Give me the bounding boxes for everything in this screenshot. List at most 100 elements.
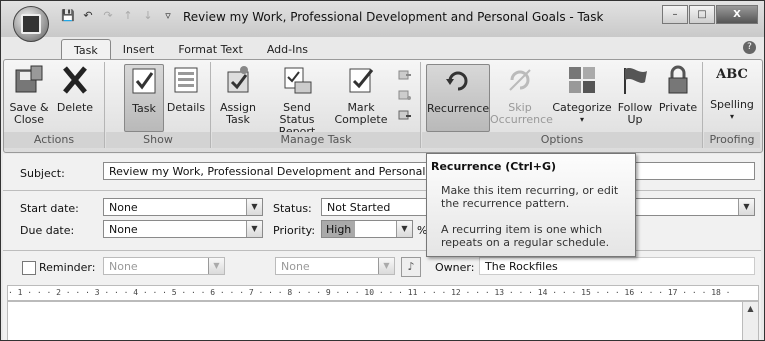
recurrence-icon	[446, 71, 468, 91]
group-options: Recurrence Skip Occurrence Categorize ▾ …	[422, 62, 703, 148]
ribbon-tabs: Task Insert Format Text Add-Ins	[61, 39, 320, 61]
quick-access-toolbar: 💾 ↶ ↷ ↑ ↓ ▿	[61, 9, 175, 23]
start-date-field[interactable]: None ▼	[103, 198, 263, 216]
spelling-icon: ABC	[716, 67, 748, 82]
close-button[interactable]: X	[716, 5, 758, 24]
down-arrow-icon[interactable]: ↓	[141, 9, 155, 23]
group-label-actions: Actions	[4, 132, 104, 148]
group-label-options: Options	[422, 132, 702, 148]
maximize-button[interactable]: □	[689, 5, 715, 24]
ribbon: Save & Close Delete Actions Task Details…	[3, 59, 763, 153]
title-bar: 💾 ↶ ↷ ↑ ↓ ▿ Review my Work, Professional…	[1, 1, 764, 37]
ruler: · 1 · · · 2 · · · 3 · · · 4 · · · 5 · · …	[7, 285, 759, 301]
due-date-value: None	[109, 223, 138, 236]
spelling-dropdown-icon: ▾	[729, 112, 734, 121]
save-icon[interactable]: 💾	[61, 9, 75, 23]
assign-task-button[interactable]: Assign Task	[216, 64, 260, 126]
task-view-button[interactable]: Task	[124, 64, 164, 132]
details-button[interactable]: Details	[166, 64, 206, 114]
office-button[interactable]	[13, 6, 49, 42]
start-date-label: Start date:	[20, 202, 79, 215]
forward-small-icon[interactable]	[398, 68, 412, 82]
send-status-report-button[interactable]: Send Status Report	[264, 64, 330, 138]
minimize-button[interactable]: –	[662, 5, 688, 24]
undo-icon[interactable]: ↶	[81, 9, 95, 23]
divider	[3, 250, 761, 251]
reply-small-icon[interactable]	[398, 88, 412, 102]
reminder-date-dropdown-icon[interactable]: ▼	[208, 258, 224, 274]
reminder-date-field[interactable]: None ▼	[103, 257, 225, 275]
reminder-sound-icon[interactable]: ♪	[401, 257, 421, 277]
categorize-dropdown-icon: ▾	[579, 115, 584, 124]
tab-task[interactable]: Task	[61, 39, 111, 61]
tooltip-line-4: repeats on a regular schedule.	[441, 236, 610, 249]
owner-label: Owner:	[435, 261, 475, 274]
save-close-button[interactable]: Save & Close	[8, 64, 50, 126]
status-value: Not Started	[327, 201, 391, 214]
follow-up-label-2: Up	[627, 113, 643, 126]
reminder-time-value: None	[281, 260, 310, 273]
cancel-assignment-icon[interactable]	[398, 108, 412, 122]
tab-insert[interactable]: Insert	[111, 39, 167, 60]
owner-value: The Rockfiles	[479, 257, 755, 275]
mark-complete-label-2: Complete	[334, 113, 388, 126]
details-label: Details	[166, 101, 206, 114]
due-date-label: Due date:	[20, 224, 75, 237]
recurrence-tooltip: Recurrence (Ctrl+G) Make this item recur…	[426, 153, 636, 257]
office-logo-icon	[21, 14, 41, 34]
follow-up-button[interactable]: Follow Up	[614, 64, 656, 126]
group-proofing: ABC Spelling ▾ Proofing	[704, 62, 760, 148]
divider	[3, 190, 761, 191]
group-label-show: Show	[106, 132, 210, 148]
categorize-button[interactable]: Categorize ▾	[552, 64, 612, 126]
task-body-editor[interactable]: ▲	[7, 301, 759, 340]
customize-icon[interactable]: ▿	[161, 9, 175, 23]
flag-icon	[624, 68, 647, 94]
tooltip-line-1: Make this item recurring, or edit	[441, 184, 619, 197]
tab-format-text[interactable]: Format Text	[166, 39, 255, 60]
recurrence-label: Recurrence	[427, 102, 490, 115]
group-label-proofing: Proofing	[704, 132, 760, 148]
categorize-icon	[569, 67, 595, 93]
recurrence-button[interactable]: Recurrence	[426, 64, 490, 132]
tooltip-title: Recurrence (Ctrl+G)	[431, 160, 557, 173]
start-date-dropdown-icon[interactable]: ▼	[246, 199, 262, 215]
start-date-value: None	[109, 201, 138, 214]
private-button[interactable]: Private	[658, 64, 698, 114]
mark-complete-button[interactable]: Mark Complete	[334, 64, 388, 126]
task-view-label: Task	[132, 102, 156, 115]
redo-icon[interactable]: ↷	[101, 9, 115, 23]
due-date-field[interactable]: None ▼	[103, 220, 263, 238]
delete-button[interactable]: Delete	[54, 64, 96, 114]
reminder-checkbox[interactable]	[22, 261, 36, 275]
reminder-date-value: None	[109, 260, 138, 273]
send-status-label-1: Send Status	[279, 101, 315, 126]
status-label: Status:	[273, 202, 312, 215]
priority-field[interactable]: High ▼	[321, 220, 413, 238]
status-dropdown-icon[interactable]: ▼	[738, 199, 754, 215]
ruler-ticks: · 1 · · · 2 · · · 3 · · · 4 · · · 5 · · …	[8, 288, 731, 297]
skip-occurrence-button[interactable]: Skip Occurrence	[490, 64, 553, 126]
group-label-manage-task: Manage Task	[212, 132, 420, 148]
vertical-scrollbar[interactable]: ▲	[742, 302, 758, 340]
up-arrow-icon[interactable]: ↑	[121, 9, 135, 23]
skip-occurrence-icon	[509, 69, 531, 91]
private-label: Private	[658, 101, 698, 114]
group-manage-task: Assign Task Send Status Report Mark Comp…	[212, 62, 421, 148]
window-controls: – □ X	[662, 5, 758, 24]
scroll-up-icon[interactable]: ▲	[743, 302, 758, 316]
tab-add-ins[interactable]: Add-Ins	[255, 39, 320, 60]
priority-dropdown-icon[interactable]: ▼	[396, 221, 412, 237]
skip-label-2: Occurrence	[490, 113, 553, 126]
tooltip-line-3: A recurring item is one which	[441, 223, 603, 236]
help-icon[interactable]: ?	[743, 41, 756, 54]
send-status-report-icon	[284, 67, 312, 94]
reminder-time-field[interactable]: None ▼	[275, 257, 395, 275]
reminder-time-dropdown-icon[interactable]: ▼	[378, 258, 394, 274]
delete-label: Delete	[56, 101, 94, 114]
subject-label: Subject:	[20, 167, 65, 180]
lock-icon	[668, 65, 688, 94]
group-actions: Save & Close Delete Actions	[4, 62, 105, 148]
due-date-dropdown-icon[interactable]: ▼	[246, 221, 262, 237]
spelling-button[interactable]: ABC Spelling ▾	[708, 64, 756, 123]
